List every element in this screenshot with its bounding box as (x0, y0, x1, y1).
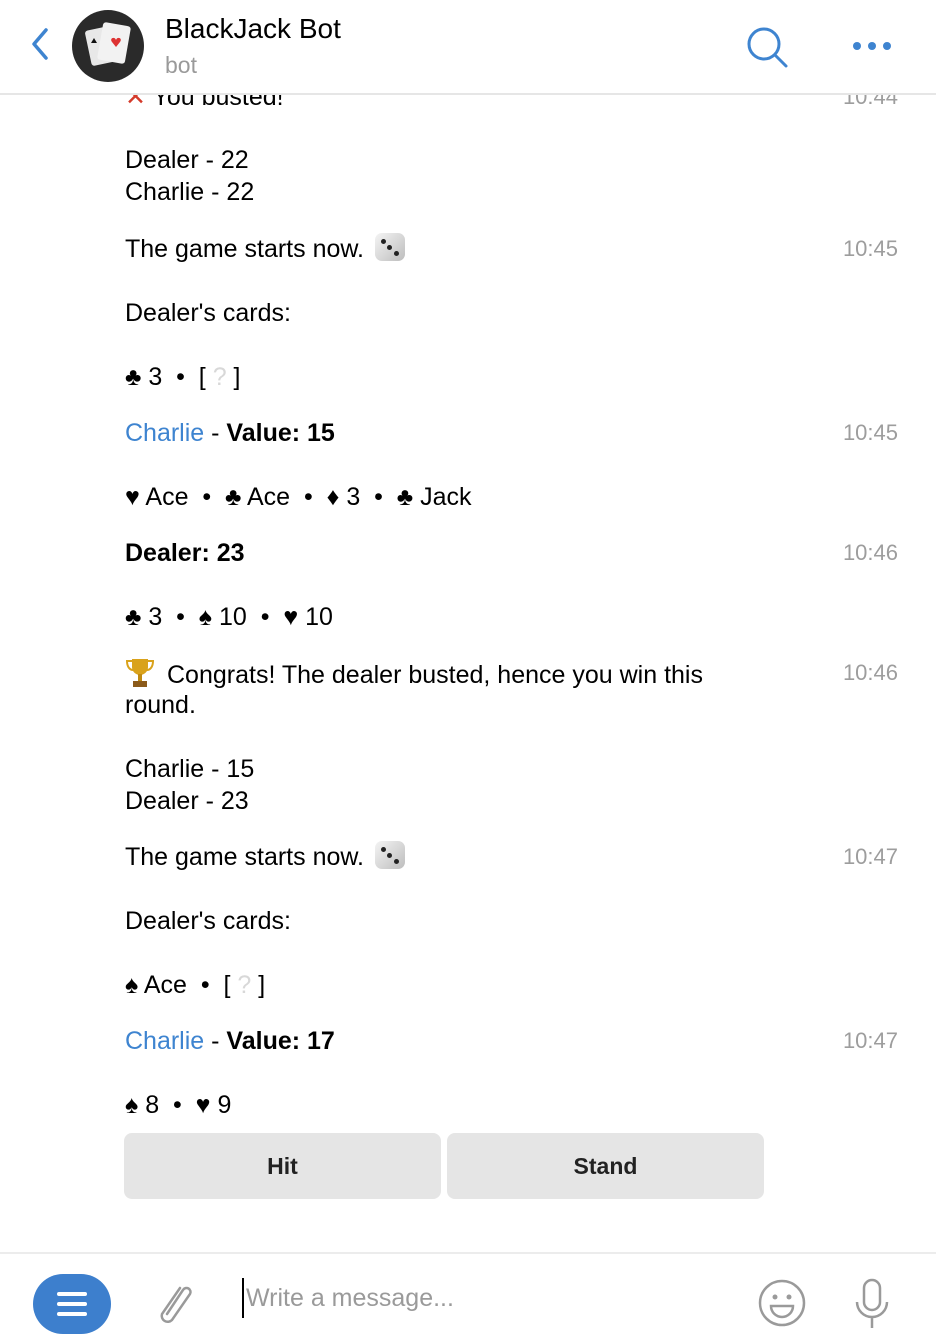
player-value: Charlie - Value: 17 (125, 1027, 335, 1055)
dealer-cards: ♣ 3 • ♠ 10 • ♥ 10 (125, 603, 333, 631)
trophy-icon (125, 659, 155, 687)
bot-menu-button[interactable] (33, 1274, 111, 1334)
message-list: ✕ You busted! 10:44 Dealer - 22 Charlie … (0, 0, 936, 1250)
dealer-cards-label: Dealer's cards: (125, 907, 291, 935)
back-icon[interactable] (28, 26, 54, 62)
player-name[interactable]: Charlie (125, 1027, 204, 1055)
message-input[interactable] (242, 1278, 722, 1318)
dice-icon (374, 841, 405, 869)
score-line: Charlie - 22 (125, 178, 255, 206)
chat-title: BlackJack Bot (165, 13, 341, 44)
composer (0, 1252, 936, 1336)
hidden-card-icon: ? (237, 971, 252, 999)
avatar[interactable] (72, 10, 144, 82)
timestamp: 10:46 (842, 540, 898, 565)
chat-subtitle: bot (165, 52, 197, 78)
timestamp: 10:47 (842, 844, 898, 869)
timestamp: 10:47 (842, 1028, 898, 1053)
dealer-cards: ♠ Ace • [ ? ] (125, 971, 266, 999)
message-congrats: Congrats! The dealer busted, hence you w… (125, 657, 703, 691)
dice-icon (374, 233, 405, 261)
timestamp: 10:46 (842, 660, 898, 685)
timestamp: 10:45 (842, 420, 898, 445)
player-cards: ♥ Ace • ♣ Ace • ♦ 3 • ♣ Jack (125, 483, 472, 511)
hidden-card-icon: ? (212, 363, 227, 391)
dealer-cards-label: Dealer's cards: (125, 299, 291, 327)
stand-button[interactable]: Stand (447, 1133, 764, 1199)
timestamp: 10:45 (842, 236, 898, 261)
chat-header: BlackJack Bot bot (0, 0, 936, 95)
player-name[interactable]: Charlie (125, 419, 204, 447)
hit-button[interactable]: Hit (124, 1133, 441, 1199)
score-line: Dealer - 22 (125, 146, 249, 174)
score-line: Dealer - 23 (125, 787, 249, 815)
attach-icon[interactable] (150, 1280, 196, 1330)
message-congrats-cont: round. (125, 691, 196, 719)
cards-icon (85, 22, 131, 66)
dealer-cards: ♣ 3 • [ ? ] (125, 363, 241, 391)
player-cards: ♠ 8 • ♥ 9 (125, 1091, 232, 1119)
dealer-value: Dealer: 23 (125, 539, 245, 567)
search-icon[interactable] (745, 26, 789, 70)
player-value: Charlie - Value: 15 (125, 419, 335, 447)
microphone-icon[interactable] (852, 1278, 892, 1330)
score-line: Charlie - 15 (125, 755, 255, 783)
emoji-icon[interactable] (757, 1278, 807, 1328)
message-game-start: The game starts now. (125, 841, 405, 873)
more-icon[interactable] (852, 40, 892, 52)
message-game-start: The game starts now. (125, 233, 405, 265)
